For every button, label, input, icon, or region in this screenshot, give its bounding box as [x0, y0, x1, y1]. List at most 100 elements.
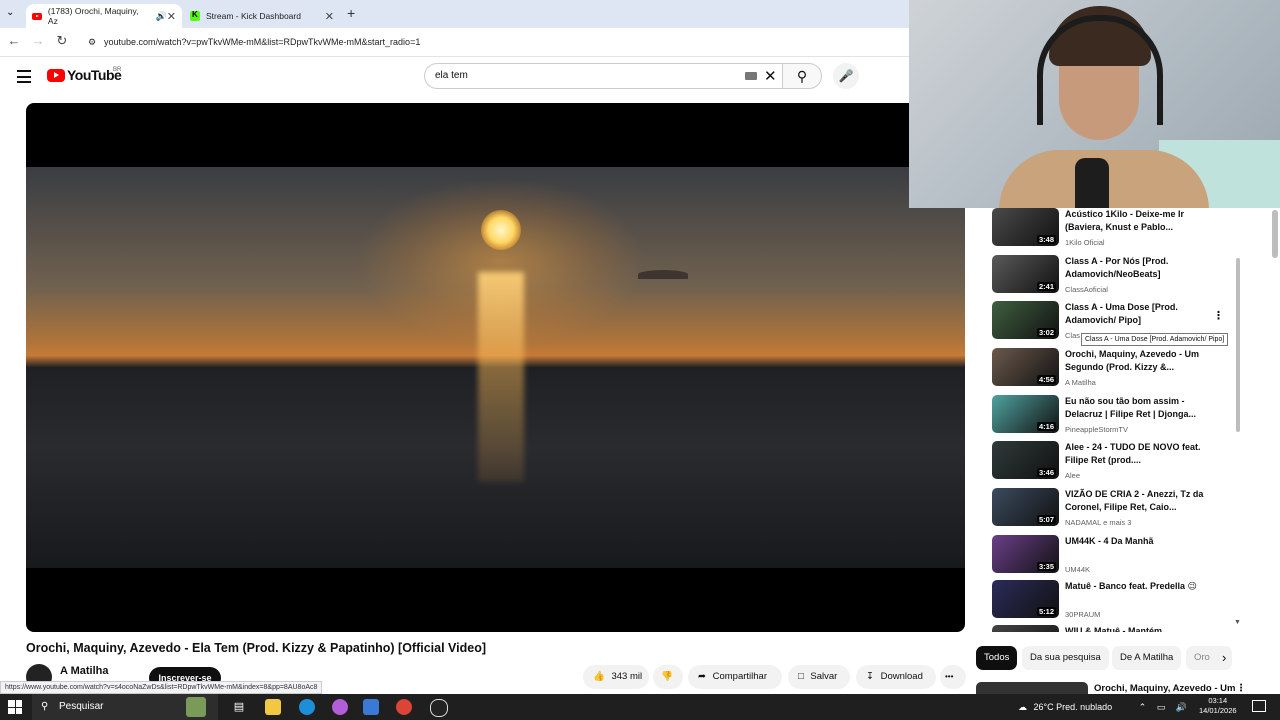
obs-icon[interactable]: [430, 699, 448, 717]
network-icon[interactable]: ▭: [1157, 702, 1166, 712]
share-button[interactable]: ➦ Compartilhar: [688, 665, 782, 689]
chevron-right-icon[interactable]: ›: [1222, 650, 1226, 665]
bottom-rec-kebab-icon[interactable]: ⋮: [1236, 683, 1246, 694]
recommendation-title[interactable]: WIU & Matuê - Mantém: [1065, 625, 1205, 632]
video-duration: 2:41: [1036, 282, 1056, 291]
video-player[interactable]: [26, 103, 965, 632]
recommendation-title[interactable]: Orochi, Maquiny, Azevedo - Um Segundo (P…: [1065, 348, 1205, 374]
recommendation-item[interactable]: 3:48 Acústico 1Kilo - Deixe-me Ir (Bavier…: [992, 208, 1242, 254]
speaker-icon[interactable]: 🔊: [156, 11, 167, 22]
recommendation-title[interactable]: Eu não sou tão bom assim - Delacruz | Fi…: [1065, 395, 1205, 421]
recommendation-channel[interactable]: NADAMAL e mais 3: [1065, 518, 1131, 527]
search-icon: ⚲: [796, 68, 808, 84]
back-icon[interactable]: ←: [5, 33, 23, 48]
island-silhouette: [638, 270, 688, 279]
recommendation-title[interactable]: VIZÃO DE CRIA 2 - Anezzi, Tz da Coronel,…: [1065, 488, 1205, 514]
recommendation-item[interactable]: 4:16 Eu não sou tão bom assim - Delacruz …: [992, 395, 1242, 441]
store-icon[interactable]: [363, 699, 379, 715]
save-button[interactable]: □ Salvar: [788, 665, 850, 689]
video-thumbnail[interactable]: 3:02: [992, 301, 1059, 339]
video-duration: 3:46: [1036, 468, 1056, 477]
reload-icon[interactable]: ↻: [53, 33, 71, 49]
recommendation-title[interactable]: Class A - Por Nós [Prod. Adamovich/NeoBe…: [1065, 255, 1205, 281]
video-thumbnail[interactable]: 3:48: [992, 208, 1059, 246]
tray-overflow-icon[interactable]: ⌃: [1139, 702, 1147, 712]
video-thumbnail[interactable]: 2:41: [992, 255, 1059, 293]
task-view-icon[interactable]: ▤: [231, 699, 247, 715]
file-explorer-icon[interactable]: [265, 699, 281, 715]
recommendation-title[interactable]: Alee - 24 - TUDO DE NOVO feat. Filipe Re…: [1065, 441, 1205, 467]
search-button[interactable]: ⚲: [782, 63, 822, 89]
recommendation-channel[interactable]: Clas: [1065, 331, 1080, 340]
youtube-logo[interactable]: YouTube BR: [47, 67, 122, 83]
chip-da-sua-pesquisa[interactable]: Da sua pesquisa: [1022, 646, 1109, 670]
close-tab-icon[interactable]: ✕: [325, 10, 334, 23]
dislike-button[interactable]: 👎: [653, 665, 683, 689]
start-icon[interactable]: [8, 700, 22, 714]
new-tab-button[interactable]: +: [347, 5, 355, 21]
recommendation-channel[interactable]: UM44K: [1065, 565, 1090, 574]
recommendation-item[interactable]: 5:07 VIZÃO DE CRIA 2 - Anezzi, Tz da Coro…: [992, 488, 1242, 534]
video-duration: 3:48: [1036, 235, 1056, 244]
recommendation-channel[interactable]: 1Kilo Oficial: [1065, 238, 1105, 247]
video-thumbnail[interactable]: 3:35: [992, 535, 1059, 573]
clock[interactable]: 03:14 14/01/2026: [1199, 696, 1237, 716]
download-button[interactable]: ↧ Download: [856, 665, 936, 689]
url-field[interactable]: ⚙ youtube.com/watch?v=pwTkvWMe-mM&list=R…: [84, 32, 904, 52]
more-actions-button[interactable]: •••: [940, 665, 966, 689]
tab-youtube[interactable]: (1783) Orochi, Maquiny, Az 🔊 ✕: [26, 4, 182, 28]
copilot-icon[interactable]: [332, 699, 348, 715]
recommendation-channel[interactable]: Alee: [1065, 471, 1080, 480]
chip-todos[interactable]: Todos: [976, 646, 1018, 670]
video-thumbnail[interactable]: 4:56: [992, 348, 1059, 386]
site-info-icon[interactable]: ⚙: [88, 32, 96, 52]
weather-text[interactable]: 26°C Pred. nublado: [1034, 702, 1113, 712]
tab-list-button[interactable]: ⌄: [6, 7, 14, 18]
voice-search-button[interactable]: 🎤: [833, 63, 859, 89]
keyboard-icon[interactable]: [745, 72, 757, 80]
bottom-rec-thumbnail[interactable]: [976, 682, 1088, 694]
chip-de-a-matilha[interactable]: De A Matilha: [1112, 646, 1182, 670]
recommendation-item[interactable]: 4:56 Orochi, Maquiny, Azevedo - Um Segund…: [992, 348, 1242, 394]
video-thumbnail[interactable]: 5:12: [992, 580, 1059, 618]
like-button[interactable]: 👍 343 mil: [583, 665, 649, 689]
notifications-icon[interactable]: [1252, 700, 1266, 712]
recommendation-channel[interactable]: ClassAoficial: [1065, 285, 1108, 294]
volume-icon[interactable]: 🔊: [1176, 702, 1187, 712]
recommendation-title[interactable]: Acústico 1Kilo - Deixe-me Ir (Baviera, K…: [1065, 208, 1205, 234]
recommendation-item[interactable]: 3:35 UM44K - 4 Da Manhã UM44K: [992, 535, 1242, 581]
bottom-rec-title[interactable]: Orochi, Maquiny, Azevedo - Um: [1094, 683, 1235, 694]
windows-taskbar: ⚲ Pesquisar ▤ ☁ 26°C Pred. nublado ⌃ ▭ 🔊…: [0, 694, 1280, 720]
tab-kick[interactable]: Stream - Kick Dashboard ✕: [184, 4, 340, 28]
recommendations-scrollbar[interactable]: [1236, 258, 1240, 432]
forward-icon[interactable]: →: [29, 33, 47, 48]
recommendation-item[interactable]: 2:41 Class A - Por Nós [Prod. Adamovich/N…: [992, 255, 1242, 301]
close-tab-icon[interactable]: ✕: [167, 10, 176, 23]
recommendation-item[interactable]: 5:12 Matuê - Banco feat. Predella 😉 30PRAU…: [992, 580, 1242, 626]
search-input[interactable]: ela tem: [424, 63, 782, 89]
recommendation-title[interactable]: Matuê - Banco feat. Predella 😉: [1065, 580, 1205, 593]
recommendation-item[interactable]: 3:46 Alee - 24 - TUDO DE NOVO feat. Filip…: [992, 441, 1242, 487]
more-options-icon[interactable]: ⋮: [1213, 309, 1224, 322]
menu-icon[interactable]: [17, 70, 31, 87]
video-duration: 4:16: [1036, 422, 1056, 431]
recommendation-item[interactable]: WIU & Matuê - Mantém: [992, 625, 1242, 632]
video-thumbnail[interactable]: 5:07: [992, 488, 1059, 526]
recommendation-title[interactable]: UM44K - 4 Da Manhã: [1065, 535, 1205, 548]
edge-icon[interactable]: [299, 699, 315, 715]
recommendation-channel[interactable]: A Matilha: [1065, 378, 1096, 387]
taskbar-search[interactable]: ⚲ Pesquisar: [32, 694, 218, 720]
status-bar-url: https://www.youtube.com/watch?v=s4ocoNaZ…: [0, 681, 323, 694]
video-thumbnail[interactable]: 3:46: [992, 441, 1059, 479]
recommendation-title[interactable]: Class A - Uma Dose [Prod. Adamovich/ Pip…: [1065, 301, 1205, 327]
channel-name[interactable]: A Matilha: [60, 665, 109, 677]
page-scrollbar[interactable]: [1272, 210, 1278, 258]
clear-search-icon[interactable]: ✕: [764, 67, 777, 85]
chrome-icon[interactable]: [396, 699, 412, 715]
recommendation-channel[interactable]: 30PRAUM: [1065, 610, 1100, 619]
video-thumbnail[interactable]: [992, 625, 1059, 632]
weather-icon[interactable]: ☁: [1018, 702, 1027, 712]
video-thumbnail[interactable]: 4:16: [992, 395, 1059, 433]
recommendation-channel[interactable]: PineappleStormTV: [1065, 425, 1128, 434]
scroll-down-arrow-icon[interactable]: ▼: [1234, 619, 1241, 626]
